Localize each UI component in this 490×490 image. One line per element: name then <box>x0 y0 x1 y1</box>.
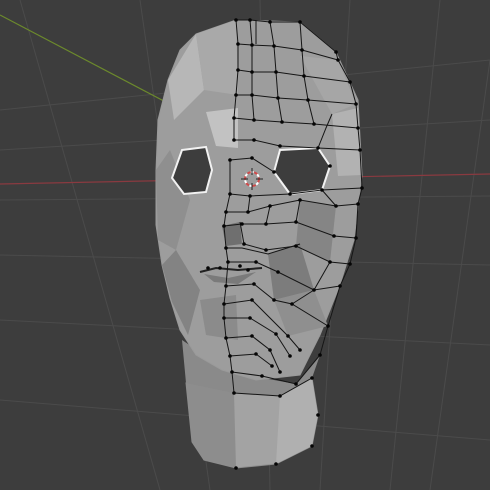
head-mesh[interactable] <box>155 18 364 470</box>
viewport-3d[interactable] <box>0 0 490 490</box>
neck-left-face <box>186 383 236 468</box>
